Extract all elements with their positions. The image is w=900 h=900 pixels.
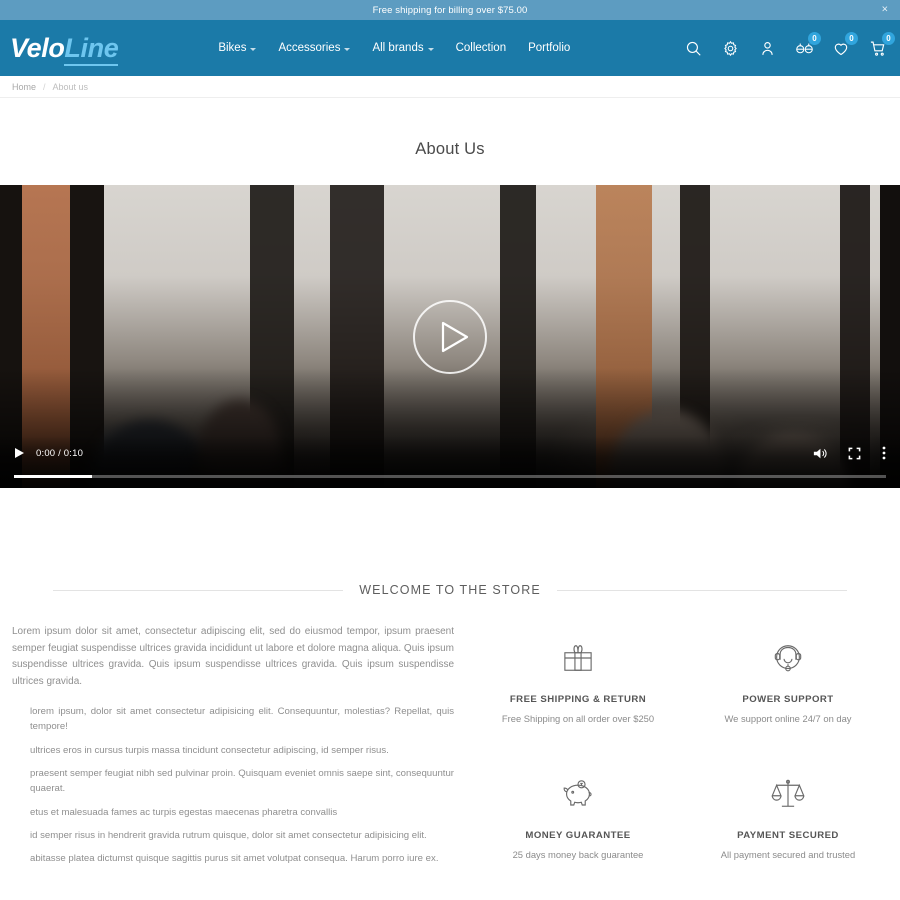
feature-title: FREE SHIPPING & RETURN xyxy=(509,694,647,705)
headset-support-icon xyxy=(688,634,888,682)
announcement-text: Free shipping for billing over $75.00 xyxy=(372,4,528,16)
divider-right xyxy=(556,589,847,591)
nav-item-all-brands[interactable]: All brands xyxy=(372,42,434,54)
nav-label: Accessories xyxy=(278,42,341,54)
nav-label: Bikes xyxy=(218,42,247,54)
welcome-section-header: WELCOME TO THE STORE xyxy=(0,583,900,597)
video-controls-left: 0:00 / 0:10 xyxy=(14,447,83,459)
feature-desc: Free Shipping on all order over $250 xyxy=(501,713,655,724)
video-progress-bar[interactable] xyxy=(14,475,886,478)
logo[interactable]: VeloLine xyxy=(10,32,119,66)
search-icon[interactable] xyxy=(683,38,703,58)
video-stage: 0:00 / 0:10 xyxy=(0,185,900,488)
video-progress-fill xyxy=(14,475,93,478)
feature-desc: We support online 24/7 on day xyxy=(724,713,852,724)
about-bullet-list: lorem ipsum, dolor sit amet consectetur … xyxy=(12,704,454,867)
divider-left xyxy=(53,589,344,591)
nav-label: Portfolio xyxy=(528,42,571,54)
page-root: Free shipping for billing over $75.00 × … xyxy=(0,0,900,900)
cart-icon[interactable]: 0 xyxy=(868,32,895,58)
nav-item-collection[interactable]: Collection xyxy=(456,42,507,54)
nav-item-portfolio[interactable]: Portfolio xyxy=(528,42,570,54)
play-triangle-icon xyxy=(440,321,469,353)
feature-power-support: POWER SUPPORT We support online 24/7 on … xyxy=(688,634,888,724)
nav-label: Collection xyxy=(455,42,507,54)
main-navigation: Bikes Accessories All brands Collection … xyxy=(218,42,570,54)
nav-item-accessories[interactable]: Accessories xyxy=(278,42,351,54)
list-item: abitasse platea dictumst quisque sagitti… xyxy=(30,853,439,865)
feature-desc: All payment secured and trusted xyxy=(720,849,856,860)
video-controls-bar: 0:00 / 0:10 xyxy=(0,436,900,488)
list-item: ultrices eros in cursus turpis massa tin… xyxy=(30,744,389,756)
list-item: praesent semper feugiat nibh sed pulvina… xyxy=(30,768,454,795)
gear-icon[interactable] xyxy=(720,38,740,58)
feature-free-shipping: FREE SHIPPING & RETURN Free Shipping on … xyxy=(478,634,678,724)
feature-money-guarantee: MONEY GUARANTEE 25 days money back guara… xyxy=(478,770,678,860)
compare-badge: 0 xyxy=(808,32,821,45)
video-player[interactable]: 0:00 / 0:10 xyxy=(0,185,900,488)
gift-box-icon xyxy=(478,634,678,682)
more-options-icon[interactable] xyxy=(882,446,886,460)
feature-payment-secured: PAYMENT SECURED All payment secured and … xyxy=(688,770,888,860)
fullscreen-icon[interactable] xyxy=(848,447,861,460)
list-item: lorem ipsum, dolor sit amet consectetur … xyxy=(30,706,454,733)
about-text-column: Lorem ipsum dolor sit amet, consectetur … xyxy=(12,624,454,875)
nav-item-bikes[interactable]: Bikes xyxy=(218,42,257,54)
volume-icon[interactable] xyxy=(813,447,827,460)
video-time-display: 0:00 / 0:10 xyxy=(36,447,84,459)
video-controls-row: 0:00 / 0:10 xyxy=(14,446,886,460)
list-item: id semper risus in hendrerit gravida rut… xyxy=(30,830,427,842)
feature-title: POWER SUPPORT xyxy=(742,694,834,705)
video-controls-right xyxy=(813,446,886,460)
list-item: etus et malesuada fames ac turpis egesta… xyxy=(30,806,338,818)
cart-badge: 0 xyxy=(882,32,895,45)
header-icon-group: 0 0 0 xyxy=(683,32,895,58)
nav-label: All brands xyxy=(372,42,424,54)
breadcrumb-home[interactable]: Home xyxy=(12,82,36,92)
about-content: Lorem ipsum dolor sit amet, consectetur … xyxy=(0,597,900,875)
wishlist-badge: 0 xyxy=(845,32,858,45)
chevron-down-icon xyxy=(427,47,434,51)
logo-accent-text: Line xyxy=(64,32,119,66)
feature-title: PAYMENT SECURED xyxy=(737,830,839,841)
piggy-bank-icon xyxy=(478,770,678,818)
play-icon[interactable] xyxy=(14,447,25,459)
close-icon[interactable]: × xyxy=(882,4,888,16)
balance-scale-icon xyxy=(688,770,888,818)
chevron-down-icon xyxy=(250,47,257,51)
chevron-down-icon xyxy=(344,47,351,51)
user-icon[interactable] xyxy=(757,38,777,58)
announcement-bar: Free shipping for billing over $75.00 × xyxy=(0,0,900,20)
features-column: FREE SHIPPING & RETURN Free Shipping on … xyxy=(478,624,888,875)
section-title: WELCOME TO THE STORE xyxy=(359,583,541,597)
feature-desc: 25 days money back guarantee xyxy=(512,849,644,860)
compare-icon[interactable]: 0 xyxy=(794,32,821,58)
feature-title: MONEY GUARANTEE xyxy=(525,830,631,841)
breadcrumb-separator: / xyxy=(43,81,46,92)
logo-primary-text: Velo xyxy=(10,32,65,63)
page-title-section: About Us xyxy=(0,98,900,185)
wishlist-heart-icon[interactable]: 0 xyxy=(831,32,858,58)
page-title: About Us xyxy=(415,140,485,158)
about-lead-paragraph: Lorem ipsum dolor sit amet, consectetur … xyxy=(12,626,454,687)
play-overlay-button[interactable] xyxy=(413,299,487,374)
site-header: VeloLine Bikes Accessories All brands Co… xyxy=(0,20,900,76)
breadcrumb-current: About us xyxy=(52,81,89,92)
breadcrumb: Home / About us xyxy=(0,76,900,98)
features-grid: FREE SHIPPING & RETURN Free Shipping on … xyxy=(478,624,888,860)
